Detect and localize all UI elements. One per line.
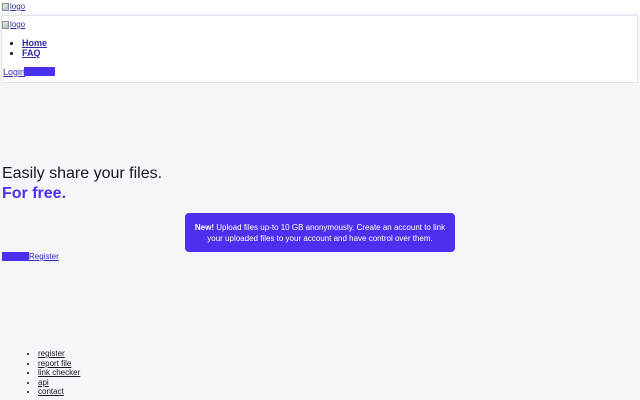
hero-subtitle: For free. <box>2 185 67 202</box>
nav-item-faq: FAQ <box>22 48 47 59</box>
top-logo-alt-text: logo <box>10 2 26 11</box>
nav-link-faq[interactable]: FAQ <box>22 48 41 58</box>
main-nav: Home FAQ <box>2 38 47 59</box>
notice-highlight: New! <box>194 223 215 232</box>
notice-text: Upload files up-to 10 GB anonymously. Cr… <box>207 223 446 243</box>
footer-item: api <box>38 378 80 388</box>
footer-item: contact <box>38 387 80 397</box>
hero-title: Easily share your files. <box>2 165 163 182</box>
upload-button[interactable] <box>2 252 29 261</box>
header-logo-alt-text: logo <box>10 20 26 29</box>
footer-link-report-file[interactable]: report file <box>38 359 71 368</box>
nav-link-home[interactable]: Home <box>22 38 47 48</box>
signup-button[interactable] <box>24 67 55 76</box>
site-header: logo Home FAQ Login <box>1 15 638 83</box>
footer-links: register report file link checker api co… <box>0 349 80 397</box>
broken-image-icon <box>2 3 9 11</box>
footer-link-api[interactable]: api <box>38 378 49 387</box>
footer-link-contact[interactable]: contact <box>38 387 64 396</box>
footer-item: link checker <box>38 368 80 378</box>
footer-link-register[interactable]: register <box>38 349 65 358</box>
login-link[interactable]: Login <box>3 67 25 77</box>
upload-notice-banner: New! Upload files up-to 10 GB anonymousl… <box>185 213 455 252</box>
top-logo-image[interactable]: logo <box>2 2 25 12</box>
footer-link-link-checker[interactable]: link checker <box>38 368 80 377</box>
header-logo-image[interactable]: logo <box>2 20 25 30</box>
broken-image-icon <box>2 21 9 29</box>
register-link[interactable]: Register <box>29 252 59 261</box>
footer-item: register <box>38 349 80 359</box>
footer-item: report file <box>38 359 80 369</box>
top-bar <box>0 0 640 13</box>
